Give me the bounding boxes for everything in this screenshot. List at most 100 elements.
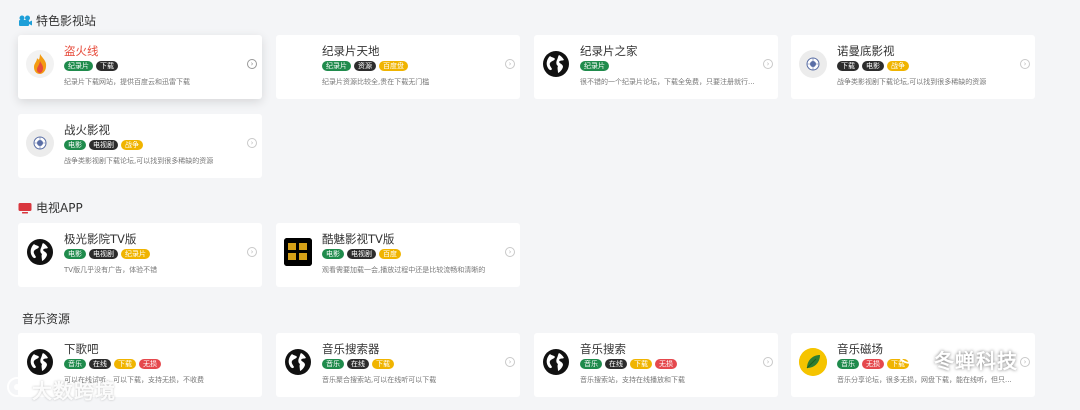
site-title: 诺曼底影视	[837, 44, 895, 58]
wechat-icon	[898, 344, 928, 375]
seal-icon	[26, 129, 54, 157]
watermark-text: 冬蝉科技	[934, 349, 1018, 373]
site-description: 音乐搜索站，支持在线播放和下载	[580, 376, 685, 384]
site-description: 音乐聚合搜索站,可以在线听可以下载	[322, 376, 437, 384]
site-description: 战争类影视剧下载论坛,可以找到很多稀缺的资源	[837, 78, 987, 86]
tag: 电视剧	[347, 249, 376, 259]
site-description: 纪录片下载网站，提供百度云和迅雷下载	[64, 78, 190, 86]
site-title: 音乐搜索	[580, 342, 626, 356]
site-title: 音乐磁场	[837, 342, 883, 356]
site-title: 纪录片天地	[322, 44, 380, 58]
site-description: 纪录片资源比较全,贵在下载无门槛	[322, 78, 430, 86]
watermark-text: 大数跨境	[32, 379, 116, 403]
site-title: 盗火线	[64, 44, 99, 58]
site-card-zhanhuo[interactable]: 战火影视 电影 电视剧 战争 战争类影视剧下载论坛,可以找到很多稀缺的资源 ›	[18, 114, 262, 178]
arrow-right-icon[interactable]: ›	[247, 59, 257, 69]
tag: 战争	[121, 140, 143, 150]
watermark-logo-icon	[6, 376, 28, 403]
globe-icon	[26, 348, 54, 376]
site-title: 极光影院TV版	[64, 232, 137, 246]
tag: 下载	[837, 61, 859, 71]
globe-icon	[542, 50, 570, 78]
arrow-right-icon[interactable]: ›	[505, 357, 515, 367]
tag: 电影	[64, 249, 86, 259]
tag: 下载	[96, 61, 118, 71]
globe-icon	[284, 348, 312, 376]
tag: 纪录片	[121, 249, 150, 259]
tag: 在线	[347, 359, 369, 369]
arrow-right-icon[interactable]: ›	[763, 357, 773, 367]
section-title-label: 特色影视站	[36, 14, 97, 28]
tag-list: 纪录片 下载	[64, 61, 118, 71]
tag-list: 电影 电视剧 战争	[64, 140, 143, 150]
site-title: 战火影视	[64, 123, 110, 137]
tag: 百度盘	[379, 61, 408, 71]
tag: 在线	[89, 359, 111, 369]
arrow-right-icon[interactable]: ›	[763, 59, 773, 69]
tag: 无损	[655, 359, 677, 369]
seal-icon	[799, 50, 827, 78]
site-card-jilupian-tiandi[interactable]: 纪录片天地 纪录片 资源 百度盘 纪录片资源比较全,贵在下载无门槛 ›	[276, 35, 520, 99]
tag: 下载	[114, 359, 136, 369]
tv-icon	[18, 202, 32, 214]
site-card-jiguang-tv[interactable]: 极光影院TV版 电影 电视剧 纪录片 TV版几乎没有广告，体验不错 ›	[18, 223, 262, 287]
site-card-yinyue-sousuo[interactable]: 音乐搜索 音乐 在线 下载 无损 音乐搜索站，支持在线播放和下载 ›	[534, 333, 778, 397]
site-title: 下歌吧	[64, 342, 99, 356]
site-card-daohuoxian[interactable]: 盗火线 纪录片 下载 纪录片下载网站，提供百度云和迅雷下载 ›	[18, 35, 262, 99]
section-title-music: 音乐资源	[22, 310, 70, 327]
leaf-icon	[799, 348, 827, 376]
tag: 电视剧	[89, 249, 118, 259]
watermark-dashukuajing: 大数跨境	[6, 375, 116, 404]
tag: 电视剧	[89, 140, 118, 150]
tag-list: 音乐 在线 下载	[322, 359, 394, 369]
section-title-tvapp: 电视APP	[18, 199, 83, 216]
fire-icon	[26, 50, 54, 78]
watermark-dongchan: 冬蝉科技	[898, 344, 1018, 375]
site-card-kumei-tv[interactable]: 酷魅影视TV版 电影 电视剧 百度 观看需要加载一会,播放过程中还是比较流畅和清…	[276, 223, 520, 287]
tag: 在线	[605, 359, 627, 369]
tag: 音乐	[580, 359, 602, 369]
globe-icon	[26, 238, 54, 266]
site-title: 酷魅影视TV版	[322, 232, 395, 246]
tag-list: 音乐 在线 下载 无损	[580, 359, 677, 369]
tag: 下载	[372, 359, 394, 369]
tag: 无损	[862, 359, 884, 369]
arrow-right-icon[interactable]: ›	[247, 247, 257, 257]
arrow-right-icon[interactable]: ›	[505, 247, 515, 257]
tag: 电影	[322, 249, 344, 259]
tag: 无损	[139, 359, 161, 369]
arrow-right-icon[interactable]: ›	[247, 138, 257, 148]
tag: 纪录片	[580, 61, 609, 71]
section-title-featured: 特色影视站	[18, 12, 96, 29]
kumei-logo-icon	[284, 238, 312, 266]
arrow-right-icon[interactable]: ›	[505, 59, 515, 69]
tag: 资源	[354, 61, 376, 71]
tag-list: 电影 电视剧 纪录片	[64, 249, 150, 259]
arrow-right-icon[interactable]: ›	[1020, 357, 1030, 367]
site-card-nuomandi[interactable]: 诺曼底影视 下载 电影 战争 战争类影视剧下载论坛,可以找到很多稀缺的资源 ›	[791, 35, 1035, 99]
tag: 百度	[379, 249, 401, 259]
tag-list: 音乐 在线 下载 无损	[64, 359, 161, 369]
arrow-right-icon[interactable]: ›	[1020, 59, 1030, 69]
site-description: 观看需要加载一会,播放过程中还是比较流畅和清晰的	[322, 266, 486, 274]
tag: 音乐	[64, 359, 86, 369]
site-title: 纪录片之家	[580, 44, 638, 58]
tag-list: 下载 电影 战争	[837, 61, 909, 71]
site-description: 战争类影视剧下载论坛,可以找到很多稀缺的资源	[64, 157, 214, 165]
tag: 电影	[862, 61, 884, 71]
site-card-jilupian-zhijia[interactable]: 纪录片之家 纪录片 很不错的一个纪录片论坛，下载全免费，只要注册就行... ›	[534, 35, 778, 99]
tag: 下载	[630, 359, 652, 369]
globe-icon	[542, 348, 570, 376]
section-title-label: 音乐资源	[22, 312, 71, 326]
site-card-yinyue-sousuoqi[interactable]: 音乐搜索器 音乐 在线 下载 音乐聚合搜索站,可以在线听可以下载 ›	[276, 333, 520, 397]
tag-list: 电影 电视剧 百度	[322, 249, 401, 259]
tag: 纪录片	[322, 61, 351, 71]
film-camera-icon	[18, 15, 32, 27]
tag: 音乐	[837, 359, 859, 369]
site-description: 音乐分享论坛，很多无损，网盘下载，能在线听，但只...	[837, 376, 1012, 384]
tag-list: 纪录片	[580, 61, 609, 71]
site-description: 很不错的一个纪录片论坛，下载全免费，只要注册就行...	[580, 78, 755, 86]
section-title-label: 电视APP	[36, 201, 83, 215]
tag: 音乐	[322, 359, 344, 369]
tag-list: 纪录片 资源 百度盘	[322, 61, 408, 71]
